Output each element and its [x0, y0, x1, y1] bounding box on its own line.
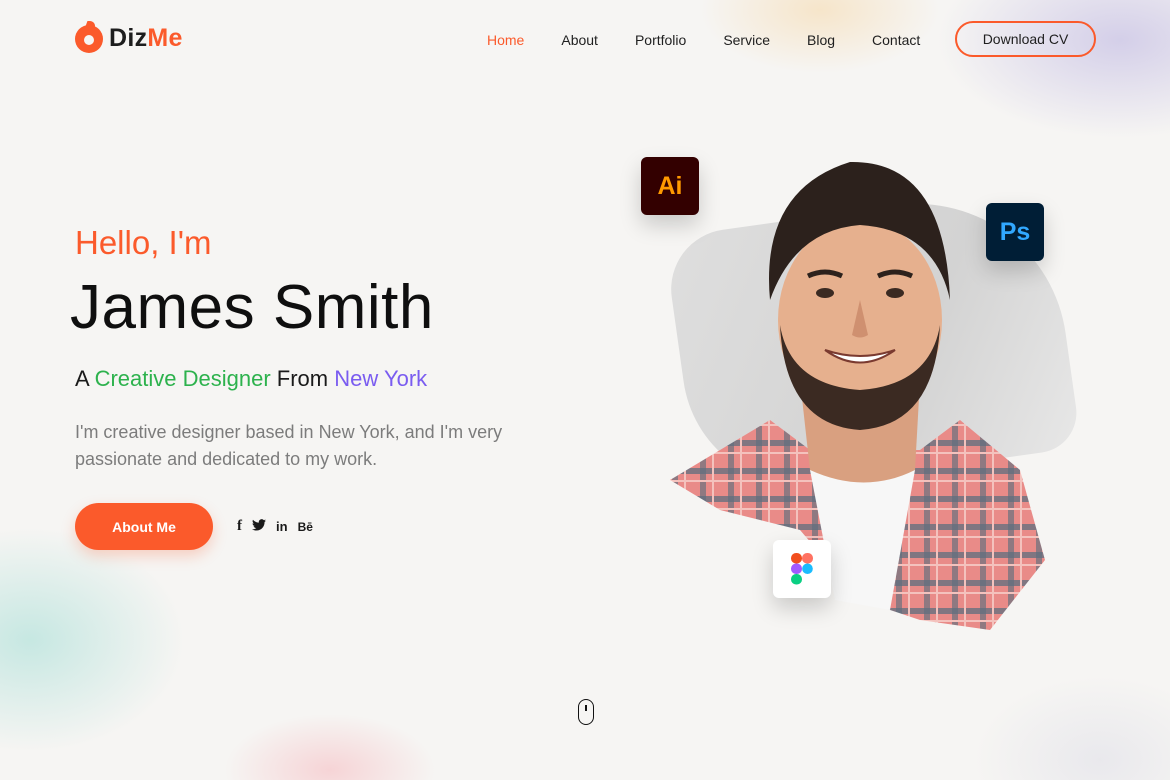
adobe-photoshop-icon: Ps [986, 203, 1044, 261]
social-links: f in Bē [237, 518, 313, 535]
scroll-down-icon[interactable] [578, 699, 594, 725]
behance-icon[interactable]: Bē [298, 520, 313, 534]
nav-contact[interactable]: Contact [872, 32, 920, 48]
nav-service[interactable]: Service [723, 32, 770, 48]
nav-blog[interactable]: Blog [807, 32, 835, 48]
nav-home[interactable]: Home [487, 32, 524, 48]
tagline-location: New York [334, 366, 428, 391]
main-nav: Home About Portfolio Service Blog Contac… [487, 32, 957, 48]
logo-icon [75, 24, 103, 53]
logo-text-part2: Me [147, 24, 183, 52]
adobe-illustrator-icon: Ai [641, 157, 699, 215]
site-logo[interactable]: DizMe [75, 24, 183, 53]
tagline-role: Creative Designer [94, 366, 271, 391]
logo-text-part1: Diz [109, 24, 148, 52]
hero-description: I'm creative designer based in New York,… [75, 422, 503, 469]
about-me-button[interactable]: About Me [75, 503, 213, 550]
linkedin-icon[interactable]: in [276, 519, 288, 534]
hero-tagline: A Creative Designer From New York [75, 366, 427, 392]
tagline-prefix: A [75, 366, 95, 391]
tagline-middle: From [270, 366, 335, 391]
hero-greeting: Hello, I'm [75, 224, 212, 261]
facebook-icon[interactable]: f [237, 518, 242, 535]
download-cv-button[interactable]: Download CV [955, 21, 1096, 57]
logo-text: DizMe [109, 24, 183, 53]
hero-name: James Smith [70, 273, 434, 342]
twitter-icon[interactable] [252, 519, 266, 534]
figma-icon [773, 540, 831, 598]
nav-portfolio[interactable]: Portfolio [635, 32, 686, 48]
nav-about[interactable]: About [561, 32, 598, 48]
